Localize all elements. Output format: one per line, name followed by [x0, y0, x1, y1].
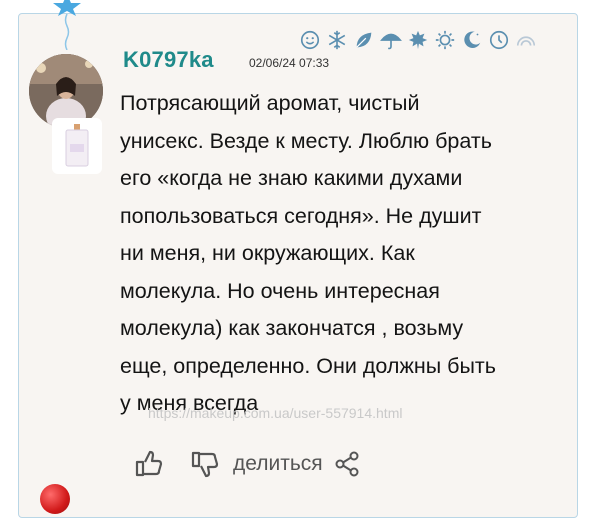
- review-actions: делиться: [133, 446, 363, 482]
- smile-icon[interactable]: [298, 28, 322, 52]
- mood-icons: [298, 27, 568, 53]
- sun-icon[interactable]: [433, 28, 457, 52]
- thumbs-down-icon[interactable]: [189, 448, 221, 480]
- leaf-icon[interactable]: [352, 28, 376, 52]
- clock-icon[interactable]: [487, 28, 511, 52]
- share-icon[interactable]: [331, 448, 363, 480]
- avatar[interactable]: [29, 54, 103, 128]
- share-button[interactable]: делиться: [233, 452, 323, 476]
- maple-leaf-icon[interactable]: [406, 28, 430, 52]
- moon-icon[interactable]: [460, 28, 484, 52]
- umbrella-icon[interactable]: [379, 28, 403, 52]
- rainbow-icon[interactable]: [514, 28, 538, 52]
- watermark-text: https://makeup.com.ua/user-557914.html: [148, 405, 403, 421]
- username[interactable]: K0797ka: [123, 47, 214, 73]
- ribbon-decoration: [64, 14, 70, 50]
- ornament-ball-icon: [40, 484, 70, 514]
- perfume-thumbnail[interactable]: [52, 118, 102, 174]
- star-icon: [53, 0, 81, 16]
- review-date: 02/06/24 07:33: [249, 56, 330, 70]
- review-text: Потрясающий аромат, чистый унисекс. Везд…: [120, 91, 496, 415]
- snowflake-icon[interactable]: [325, 28, 349, 52]
- thumbs-up-icon[interactable]: [133, 448, 165, 480]
